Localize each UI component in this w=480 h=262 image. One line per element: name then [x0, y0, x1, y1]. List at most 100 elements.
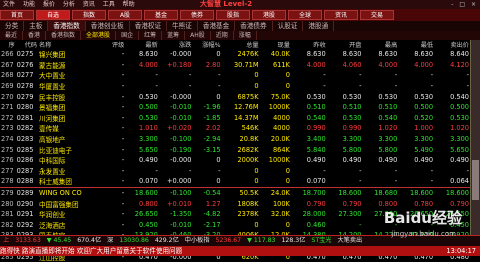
table-cell: 5.800: [342, 145, 362, 154]
menu-quote[interactable]: 报价: [43, 1, 55, 8]
table-cell: 6875K: [237, 92, 259, 101]
table-cell: -0.010: [170, 113, 192, 122]
menu-news[interactable]: 资讯: [83, 1, 95, 8]
tabs1-tab[interactable]: 港股通: [303, 21, 335, 31]
table-cell: 0.510: [306, 103, 326, 112]
table-cell: 0.490: [414, 156, 434, 165]
column-header[interactable]: 总量: [221, 40, 260, 49]
table-cell: 30.71M: [233, 60, 259, 69]
column-header[interactable]: 卖出价: [434, 40, 470, 49]
tabs2-tab[interactable]: 涨幅: [234, 31, 257, 40]
minimize-button[interactable]: -: [451, 1, 453, 8]
news-ticker[interactable]: 跑得快 路演直播即将开始 欢迎广大用户留意关于软件使用问题 13:04:17: [0, 246, 480, 256]
tabs2-tab[interactable]: AH股: [185, 31, 211, 40]
tabs1-tab[interactable]: 牛熊证: [167, 21, 198, 31]
status-item: 上: [3, 237, 10, 244]
table-row[interactable]: 277 0287 永发置业 - - - - 0 0 - - - - -: [0, 166, 470, 177]
clock: 13:04:17: [446, 247, 476, 255]
tabs2-tab[interactable]: 国企: [116, 31, 140, 40]
scrollbar-thumb[interactable]: [472, 160, 479, 200]
column-header[interactable]: 最低: [398, 40, 435, 49]
menu-tools[interactable]: 工具: [103, 1, 115, 8]
column-header[interactable]: 代码: [15, 40, 39, 49]
tabs2-tab[interactable]: 红筹: [139, 31, 163, 40]
table-row[interactable]: 271 0280 景福集团 - 0.500 -0.010 -1.96 12.76M 1000K 0…: [0, 102, 470, 113]
toolbar-button[interactable]: 自选: [36, 10, 70, 20]
table-cell: -: [218, 71, 221, 80]
toolbar-button[interactable]: 基金: [144, 10, 178, 20]
table-cell: -: [430, 82, 434, 91]
toolbar-button[interactable]: 资讯: [324, 10, 358, 20]
tabs1-tab[interactable]: 主板: [24, 21, 49, 31]
column-header[interactable]: 评级: [100, 40, 126, 49]
menu-help[interactable]: 帮助: [123, 1, 135, 8]
table-row[interactable]: 279 0289 WING ON CO -18.600 -0.100 -0.54 50.5K…: [0, 186, 470, 199]
toolbar-button[interactable]: 股指: [216, 10, 250, 20]
table-cell: 864K: [272, 145, 290, 154]
toolbar-button[interactable]: 首页: [0, 10, 34, 20]
tabs2-tab[interactable]: 香港: [23, 31, 47, 40]
table-cell: 0286: [16, 156, 34, 165]
table-cell: 1000K: [268, 156, 290, 165]
column-header[interactable]: 名称: [38, 40, 101, 49]
menu-function[interactable]: 功能: [23, 1, 35, 8]
tabs2-tab[interactable]: 香港指数: [46, 31, 82, 40]
toolbar-button[interactable]: 债券: [180, 10, 214, 20]
table-cell: 4.060: [342, 60, 362, 69]
table-cell: 26.650: [134, 210, 158, 219]
tabs2-tab[interactable]: 蓝筹: [162, 31, 186, 40]
tabs1-tab[interactable]: 香港基金: [198, 21, 236, 31]
toolbar-button[interactable]: 港股: [252, 10, 286, 20]
table-row[interactable]: 268 0277 大中置业 - - - - 0 0 - - - - -: [0, 70, 470, 81]
toolbar-button[interactable]: 交易: [360, 10, 394, 20]
tabs2-tab[interactable]: 最近: [0, 31, 24, 40]
status-item: 深: [107, 237, 114, 244]
close-button[interactable]: ×: [471, 1, 476, 8]
table-cell: -0.100: [170, 135, 192, 144]
toolbar-button[interactable]: 指数: [72, 10, 106, 20]
status-item: 中小板指: [184, 237, 210, 244]
column-header[interactable]: 涨跌: [158, 40, 193, 49]
table-cell: -: [121, 92, 125, 101]
table-row[interactable]: 266 0275 锦兴集团 - 8.630 -0.000 0 2476K 40.0K 8.630 8…: [0, 49, 470, 60]
tabs1-tab[interactable]: 香港指数: [48, 21, 86, 31]
column-header[interactable]: 最高: [362, 40, 399, 49]
column-header[interactable]: 开盘: [326, 40, 363, 49]
tabs1-tab[interactable]: 认股证: [273, 21, 304, 31]
table-row[interactable]: 275 0285 比亚迪电子 - 5.650 -0.190 -3.15 2682K 864K 5.…: [0, 144, 470, 155]
menu-file[interactable]: 文件: [3, 1, 15, 8]
table-cell: 50.5K: [221, 186, 260, 199]
table-row[interactable]: 270 0279 民丰控股 - 0.530 -0.000 0 6875K 75.0K 0.530 0…: [0, 91, 470, 102]
maximize-button[interactable]: □: [459, 1, 465, 8]
table-cell: 268: [1, 71, 14, 80]
column-header[interactable]: 昨收: [290, 40, 327, 49]
tabs1-tab[interactable]: 香港债券: [235, 21, 273, 31]
column-header[interactable]: 涨幅%: [192, 40, 222, 49]
menu-analysis[interactable]: 分析: [63, 1, 75, 8]
table-cell: -: [121, 71, 125, 80]
table-cell: -0.010: [170, 103, 192, 112]
table-row[interactable]: 272 0281 川河集团 - 0.530 -0.010 -1.85 14.37M 4000 0.…: [0, 113, 470, 124]
table-row[interactable]: 278 0288 科士威集团 - 0.070 +0.000 0 0 0 0.070 - - - 0.064: [0, 176, 470, 187]
table-row[interactable]: 269 0278 华厦置业 - - - - 0 0 - - - - -: [0, 81, 470, 92]
tabs1-tab[interactable]: 香港创业板: [86, 21, 130, 31]
column-header[interactable]: 最新: [125, 40, 159, 49]
column-header[interactable]: 序: [0, 40, 16, 49]
vertical-scrollbar[interactable]: [470, 40, 480, 246]
table-cell: -: [155, 71, 158, 80]
tabs1-tab[interactable]: 分类: [0, 21, 25, 31]
table-cell: 0.500: [450, 103, 469, 112]
table-cell: 0: [285, 71, 290, 80]
tabs1-tab[interactable]: 香港权证: [130, 21, 168, 31]
toolbar-button[interactable]: 全球: [288, 10, 322, 20]
toolbar-button[interactable]: A股: [108, 10, 142, 20]
table-row[interactable]: 273 0282 壹传媒 - 1.010 +0.020 2.02 546K 4000 0.990 0…: [0, 123, 470, 134]
table-cell: 0.500: [414, 103, 434, 112]
tabs2-tab[interactable]: 近期: [211, 31, 234, 40]
table-cell: -: [121, 199, 125, 208]
table-row[interactable]: 276 0286 中科国际 - 0.490 -0.000 0 2000K 1000K 0.490 0…: [0, 155, 470, 166]
table-row[interactable]: 267 0276 蒙古能源 - 4.000 +0.180 2.80 30.71M 611K 4.0…: [0, 60, 470, 71]
column-header[interactable]: 现量: [259, 40, 291, 49]
table-row[interactable]: 274 0283 高银地产 - 3.300 -0.100 -2.94 20.8K 20.0K 3.…: [0, 134, 470, 145]
tabs2-tab[interactable]: 全部港股: [81, 31, 117, 40]
